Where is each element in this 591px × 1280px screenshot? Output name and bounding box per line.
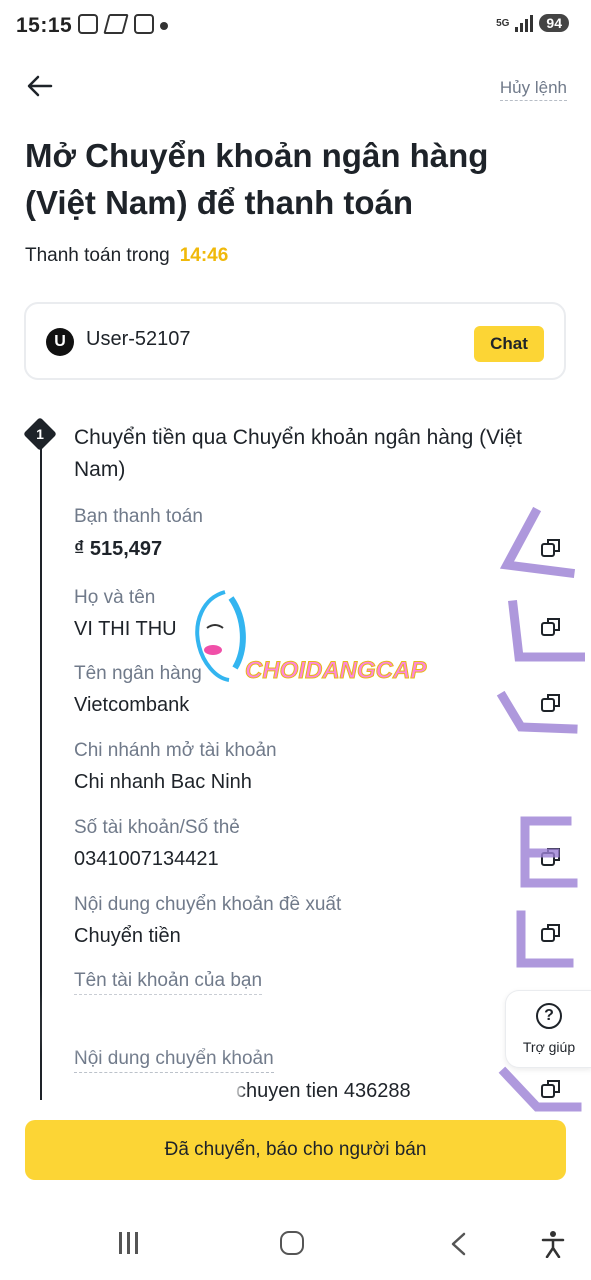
transferred-notify-seller-button[interactable]: Đã chuyển, báo cho người bán: [25, 1120, 566, 1180]
full-name-value: VI THI THU: [74, 618, 177, 640]
branch-label: Chi nhánh mở tài khoản: [74, 740, 277, 761]
battery-level: 94: [539, 14, 569, 32]
signal-icon: [515, 14, 534, 32]
recent-apps-icon[interactable]: [116, 1232, 140, 1256]
screenshot-icon: [78, 14, 98, 34]
redacted-area: [70, 1078, 240, 1104]
transfer-memo-label: Nội dung chuyển khoản: [74, 1048, 274, 1073]
counterparty-username: User-52107: [86, 328, 191, 350]
question-icon: ?: [536, 1003, 562, 1029]
shopee-icon: [134, 14, 154, 34]
help-button[interactable]: ? Trợ giúp: [505, 990, 591, 1068]
full-name-label: Họ và tên: [74, 587, 156, 608]
account-number-value: 0341007134421: [74, 848, 219, 870]
redacted-area: [50, 998, 350, 1046]
help-label: Trợ giúp: [522, 1039, 576, 1055]
watermark-face-icon: [195, 590, 246, 682]
account-number-label: Số tài khoản/Số thẻ: [74, 817, 240, 838]
step-title: Chuyển tiền qua Chuyển khoản ngân hàng (…: [74, 426, 522, 481]
pay-within-label: Thanh toán trong: [25, 245, 170, 266]
amount-label: Bạn thanh toán: [74, 506, 203, 527]
chat-button[interactable]: Chat: [474, 326, 544, 362]
your-account-name-label: Tên tài khoản của bạn: [74, 970, 263, 995]
suggested-memo-label: Nội dung chuyển khoản đề xuất: [74, 894, 342, 915]
network-type: 5G: [496, 17, 510, 29]
avatar: U: [46, 328, 74, 356]
status-indicators: 5G 94: [496, 14, 569, 32]
countdown-timer: 14:46: [179, 245, 229, 266]
cancel-order-link[interactable]: Hủy lệnh: [499, 78, 567, 101]
status-time: 15:15: [16, 14, 73, 37]
bank-name-label: Tên ngân hàng: [74, 663, 202, 684]
telegram-icon: [103, 14, 129, 34]
amount-value: ₫ 515,497: [74, 538, 163, 560]
home-icon[interactable]: [280, 1231, 304, 1255]
watermark-text: CHOIDANGCAP: [244, 657, 427, 685]
branch-value: Chi nhanh Bac Ninh: [74, 771, 252, 793]
more-notifications-dot: [160, 22, 168, 30]
counterparty-card: U User-52107 Chat: [24, 302, 566, 380]
bank-name-value: Vietcombank: [74, 694, 190, 716]
transfer-memo-value: chuyen tien 436288: [236, 1080, 411, 1102]
suggested-memo-value: Chuyển tiền: [74, 925, 181, 947]
nav-back-icon[interactable]: [448, 1232, 470, 1256]
step-timeline: [40, 448, 42, 1100]
back-arrow-icon[interactable]: [24, 70, 56, 102]
payment-timer-row: Thanh toán trong 14:46: [25, 245, 228, 267]
accessibility-icon[interactable]: [540, 1230, 566, 1258]
page-title: Mở Chuyển khoản ngân hàng (Việt Nam) để …: [25, 137, 489, 221]
step-number: 1: [36, 426, 44, 442]
status-notification-icons: [78, 14, 154, 34]
